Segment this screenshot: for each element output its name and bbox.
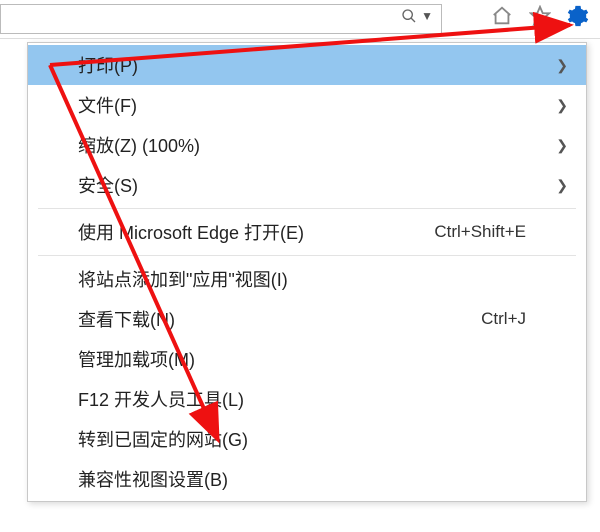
menu-separator: [38, 208, 576, 209]
menu-item-label: 查看下载(N): [78, 306, 175, 332]
menu-item-manage-addons[interactable]: 管理加载项(M): [28, 339, 586, 379]
chevron-right-icon: ❯: [556, 57, 568, 74]
search-affordance[interactable]: ▼: [401, 8, 433, 24]
menu-item-add-site-to-apps[interactable]: 将站点添加到"应用"视图(I): [28, 259, 586, 299]
search-box[interactable]: ▼: [0, 4, 442, 34]
menu-separator: [38, 255, 576, 256]
menu-item-label: 将站点添加到"应用"视图(I): [78, 266, 288, 292]
menu-item-label: 打印(P): [78, 52, 138, 78]
menu-item-label: 文件(F): [78, 92, 137, 118]
menu-item-print[interactable]: 打印(P) ❯: [28, 45, 586, 85]
menu-item-label: 安全(S): [78, 172, 138, 198]
toolbar-icons: [490, 4, 590, 28]
chevron-right-icon: ❯: [556, 177, 568, 194]
menu-item-open-with-edge[interactable]: 使用 Microsoft Edge 打开(E) Ctrl+Shift+E: [28, 212, 586, 252]
menu-item-label: 管理加载项(M): [78, 346, 195, 372]
menu-item-f12-dev-tools[interactable]: F12 开发人员工具(L): [28, 379, 586, 419]
star-icon: [529, 5, 551, 27]
chevron-right-icon: ❯: [556, 137, 568, 154]
menu-item-label: 使用 Microsoft Edge 打开(E): [78, 219, 304, 245]
tools-button[interactable]: [566, 4, 590, 28]
menu-item-compatibility-view-settings[interactable]: 兼容性视图设置(B): [28, 459, 586, 499]
menu-item-label: 转到已固定的网站(G): [78, 426, 248, 452]
menu-item-label: F12 开发人员工具(L): [78, 386, 244, 412]
gear-icon: [567, 5, 589, 27]
menu-item-view-downloads[interactable]: 查看下载(N) Ctrl+J: [28, 299, 586, 339]
tools-menu: 打印(P) ❯ 文件(F) ❯ 缩放(Z) (100%) ❯ 安全(S) ❯ 使…: [27, 42, 587, 502]
menu-item-shortcut: Ctrl+Shift+E: [434, 222, 526, 242]
favorites-button[interactable]: [528, 4, 552, 28]
menu-item-safety[interactable]: 安全(S) ❯: [28, 165, 586, 205]
menu-item-file[interactable]: 文件(F) ❯: [28, 85, 586, 125]
menu-item-goto-pinned-sites[interactable]: 转到已固定的网站(G): [28, 419, 586, 459]
home-icon: [491, 5, 513, 27]
search-dropdown-glyph[interactable]: ▼: [421, 9, 433, 23]
home-button[interactable]: [490, 4, 514, 28]
menu-item-label: 兼容性视图设置(B): [78, 466, 228, 492]
browser-toolbar: ▼: [0, 0, 600, 39]
menu-item-label: 缩放(Z) (100%): [78, 132, 200, 158]
chevron-right-icon: ❯: [556, 97, 568, 114]
menu-item-shortcut: Ctrl+J: [481, 309, 526, 329]
search-icon: [401, 8, 417, 24]
menu-item-zoom[interactable]: 缩放(Z) (100%) ❯: [28, 125, 586, 165]
